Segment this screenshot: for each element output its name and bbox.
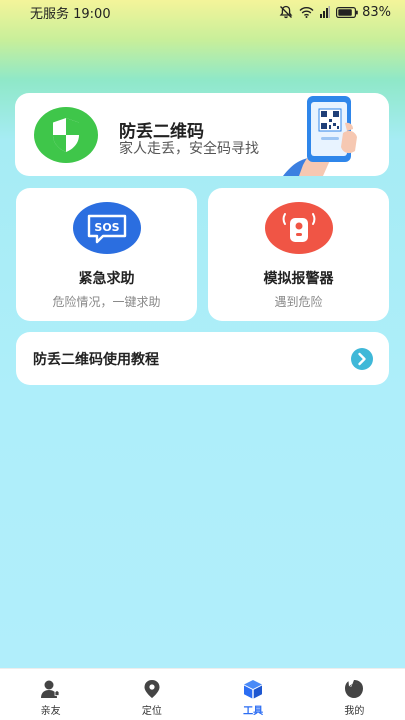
tutorial-label: 防丢二维码使用教程 bbox=[33, 352, 159, 368]
wifi-icon bbox=[299, 7, 314, 18]
phone-qr-illustration bbox=[283, 96, 357, 176]
emergency-help-title: 紧急求助 bbox=[78, 271, 135, 287]
bottom-tab-bar: 亲友 定位 工具 我的 bbox=[0, 668, 405, 720]
battery: 83% bbox=[336, 5, 391, 20]
alarm-icon bbox=[264, 202, 333, 254]
tab-mine-label: 我的 bbox=[344, 706, 365, 717]
location-pin-icon bbox=[144, 680, 160, 698]
qr-tutorial-row[interactable]: 防丢二维码使用教程 bbox=[16, 332, 389, 385]
people-icon bbox=[40, 680, 60, 698]
emergency-help-tile[interactable]: SOS 紧急求助 危险情况，一键求助 bbox=[16, 188, 197, 321]
carrier-time: 无服务 19:00 bbox=[30, 6, 111, 22]
tab-location[interactable]: 定位 bbox=[101, 669, 202, 720]
status-icons: 83% bbox=[279, 5, 391, 20]
battery-percent: 83% bbox=[362, 4, 391, 20]
simulated-alarm-title: 模拟报警器 bbox=[263, 271, 334, 287]
sos-icon: SOS bbox=[72, 202, 141, 254]
status-bar: 无服务 19:00 83% bbox=[0, 0, 405, 24]
mute-icon bbox=[279, 5, 293, 19]
profile-icon bbox=[345, 680, 364, 698]
shield-icon bbox=[34, 107, 98, 163]
cube-icon bbox=[244, 680, 263, 699]
simulated-alarm-tile[interactable]: 模拟报警器 遇到危险 bbox=[208, 188, 389, 321]
battery-icon bbox=[336, 6, 358, 18]
signal-icon bbox=[320, 6, 331, 18]
qr-code-banner[interactable]: 防丢二维码 家人走丢，安全码寻找 bbox=[15, 93, 389, 176]
simulated-alarm-subtitle: 遇到危险 bbox=[274, 295, 323, 309]
tab-family-label: 亲友 bbox=[40, 706, 61, 717]
tab-mine[interactable]: 我的 bbox=[304, 669, 405, 720]
tab-family[interactable]: 亲友 bbox=[0, 669, 101, 720]
tab-tools[interactable]: 工具 bbox=[203, 669, 304, 720]
emergency-help-subtitle: 危险情况，一键求助 bbox=[52, 295, 161, 309]
tab-location-label: 定位 bbox=[141, 706, 162, 717]
banner-subtitle: 家人走丢，安全码寻找 bbox=[119, 141, 259, 157]
tab-tools-label: 工具 bbox=[243, 706, 264, 717]
sos-label: SOS bbox=[94, 221, 119, 234]
chevron-right-icon[interactable] bbox=[351, 348, 373, 370]
